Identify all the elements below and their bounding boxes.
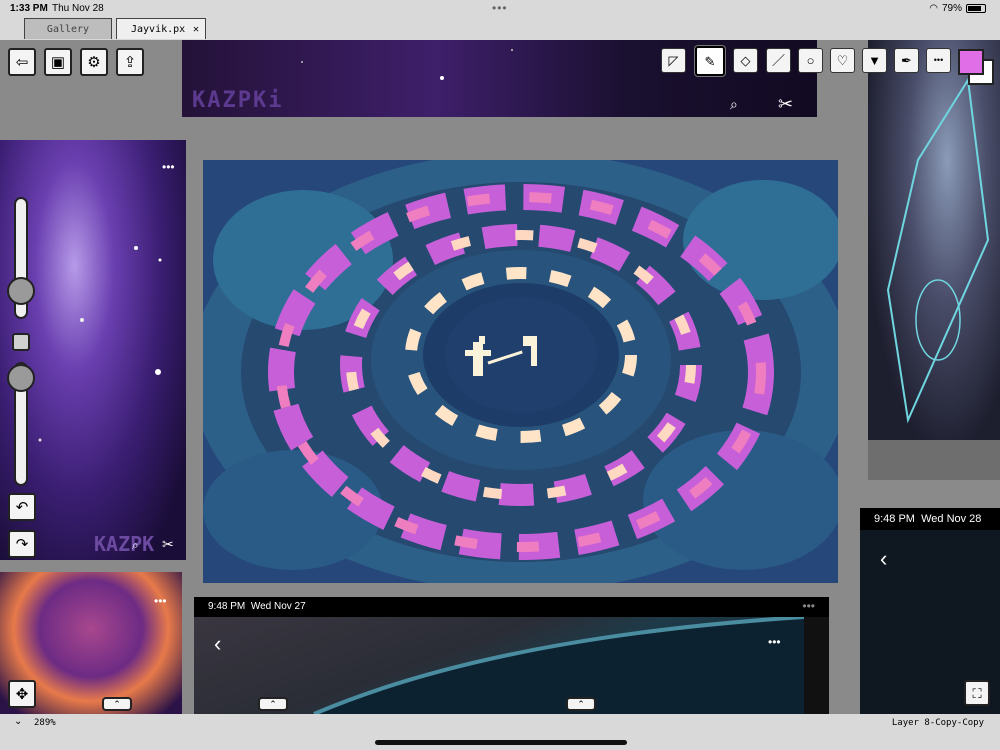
- circle-tool[interactable]: ○: [798, 48, 823, 73]
- status-right: ◠ 79%: [929, 3, 986, 14]
- scissors-icon[interactable]: ✂: [162, 536, 174, 553]
- eraser-icon: ◇: [740, 53, 751, 68]
- redo-icon: ↷: [15, 535, 29, 553]
- reference-status-bar: 9:48 PM Wed Nov 27 •••: [194, 597, 829, 617]
- reference-status-bar: 9:48 PM Wed Nov 28: [860, 508, 1000, 530]
- image-icon: ▣: [50, 53, 66, 71]
- collapse-handle[interactable]: ⌃: [566, 697, 596, 711]
- close-icon[interactable]: ✕: [193, 24, 199, 35]
- slider-toggle[interactable]: [12, 333, 30, 351]
- more-icon[interactable]: •••: [802, 599, 815, 613]
- status-bar: 1:33 PM Thu Nov 28 ••• ◠ 79%: [0, 0, 1000, 18]
- move-icon: ✥: [15, 685, 29, 703]
- tab-gallery-label: Gallery: [46, 23, 90, 35]
- eraser-tool[interactable]: ◇: [733, 48, 758, 73]
- battery-icon: [966, 4, 986, 13]
- watermark-top: KAZPKi: [192, 88, 284, 113]
- more-icon[interactable]: •••: [768, 635, 781, 649]
- right-panel-footer: [868, 440, 1000, 480]
- tab-bar: Gallery Jayvik.px ✕: [0, 18, 1000, 40]
- more-tools-button[interactable]: •••: [926, 48, 951, 73]
- move-button[interactable]: ✥: [8, 680, 36, 708]
- opacity-knob[interactable]: [7, 364, 35, 392]
- battery-percent: 79%: [941, 3, 962, 14]
- chevron-up-icon: ⌃: [577, 698, 585, 709]
- lasso-tool[interactable]: ♡: [830, 48, 855, 73]
- circle-icon: ○: [806, 53, 815, 68]
- ref-date: Wed Nov 28: [921, 513, 982, 525]
- ref-time: 9:48 PM: [874, 513, 915, 525]
- chevron-down-icon[interactable]: ⌄: [14, 716, 22, 727]
- ref-time: 9:48 PM: [208, 601, 246, 612]
- status-time: 1:33 PM: [10, 3, 48, 14]
- zoom-level[interactable]: 289%: [34, 718, 56, 728]
- zoom-icon[interactable]: ⌕: [730, 96, 738, 113]
- wifi-icon: ◠: [929, 3, 938, 14]
- lasso-icon: ♡: [836, 53, 849, 68]
- cursor-icon: ◸: [668, 53, 679, 68]
- back-chevron-icon[interactable]: ‹: [880, 546, 887, 572]
- canvas-artwork: [203, 160, 838, 583]
- fill-tool[interactable]: ▼: [862, 48, 887, 73]
- undo-icon: ↶: [15, 498, 29, 516]
- redo-button[interactable]: ↷: [8, 530, 36, 558]
- eyedropper-icon: ✒: [901, 53, 912, 68]
- pencil-tool[interactable]: ✎: [695, 46, 725, 76]
- pencil-icon: ✎: [704, 53, 716, 69]
- brush-size-knob[interactable]: [7, 277, 35, 305]
- main-canvas[interactable]: [203, 160, 838, 583]
- ref-date: Wed Nov 27: [250, 601, 306, 612]
- tab-jayvik[interactable]: Jayvik.px ✕: [116, 18, 206, 39]
- opacity-slider[interactable]: [7, 362, 35, 486]
- primary-color-swatch[interactable]: [958, 49, 984, 75]
- more-icon[interactable]: •••: [154, 594, 167, 608]
- brush-size-slider[interactable]: [7, 197, 35, 319]
- crystal-drawing: [886, 77, 990, 424]
- collapse-handle[interactable]: ⌃: [258, 697, 288, 711]
- back-button[interactable]: ⇦: [8, 48, 36, 76]
- gear-icon: ⚙: [87, 53, 101, 71]
- home-indicator[interactable]: [375, 740, 627, 745]
- back-chevron-icon[interactable]: ‹: [214, 631, 221, 657]
- reference-panel-bottom-middle[interactable]: 9:48 PM Wed Nov 27 ••• ‹ •••: [194, 597, 829, 714]
- settings-button[interactable]: ⚙: [80, 48, 108, 76]
- select-tool[interactable]: ◸: [661, 48, 686, 73]
- chevron-up-icon: ⌃: [269, 698, 277, 709]
- collapse-handle[interactable]: ⌃: [102, 697, 132, 711]
- reference-panel-bottom-right[interactable]: 9:48 PM Wed Nov 28 ‹ ⛶: [860, 508, 1000, 714]
- zoom-icon[interactable]: ⌕: [132, 538, 139, 553]
- undo-button[interactable]: ↶: [8, 493, 36, 521]
- reference-panel-right[interactable]: [868, 40, 1000, 440]
- export-icon: ⇪: [123, 53, 137, 71]
- tab-gallery[interactable]: Gallery: [24, 18, 112, 39]
- fullscreen-icon: ⛶: [972, 685, 982, 701]
- more-icon[interactable]: •••: [162, 160, 175, 174]
- export-button[interactable]: ⇪: [116, 48, 144, 76]
- tab-jayvik-label: Jayvik.px: [131, 23, 186, 35]
- watermark-left: KAZPK: [94, 532, 155, 556]
- chevron-up-icon: ⌃: [113, 698, 121, 709]
- status-date: Thu Nov 28: [52, 3, 104, 14]
- reference-image-button[interactable]: ▣: [44, 48, 72, 76]
- line-tool[interactable]: ／: [766, 48, 791, 73]
- eyedropper-tool[interactable]: ✒: [894, 48, 919, 73]
- line-icon: ／: [771, 53, 785, 68]
- multitask-dots[interactable]: •••: [492, 1, 508, 15]
- back-icon: ⇦: [15, 53, 29, 71]
- scissors-icon[interactable]: ✂: [778, 94, 793, 115]
- layer-name[interactable]: Layer 8-Copy-Copy: [892, 718, 984, 728]
- more-icon: •••: [933, 55, 944, 65]
- fullscreen-button[interactable]: ⛶: [964, 680, 990, 706]
- bucket-icon: ▼: [868, 53, 881, 68]
